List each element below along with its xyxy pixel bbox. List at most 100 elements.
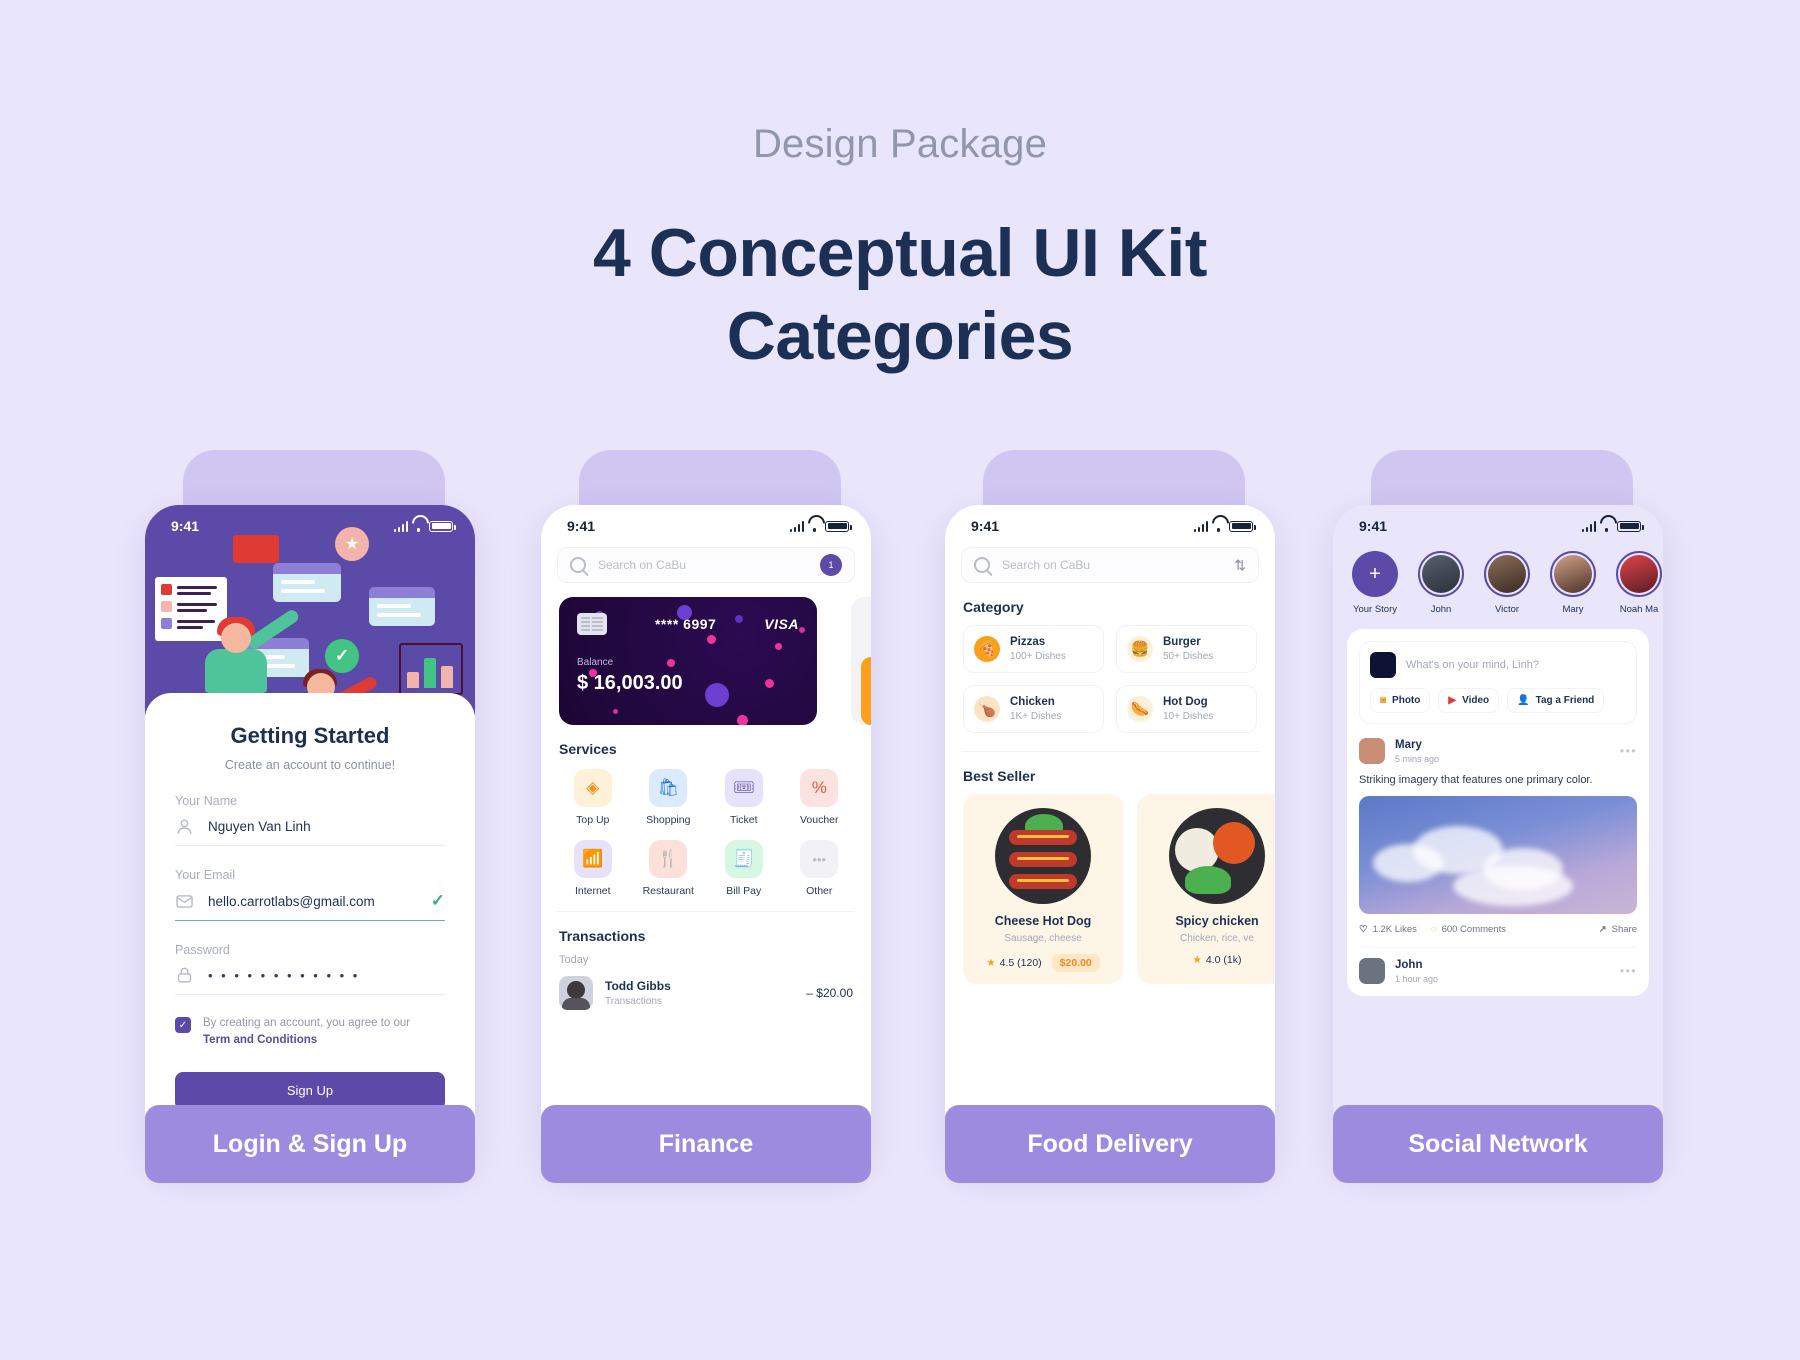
avatar [1550, 551, 1596, 597]
share-icon: ↗ [1598, 924, 1607, 935]
story-noah[interactable]: Noah Ma [1613, 551, 1663, 615]
post-author: Mary [1395, 738, 1422, 751]
share-button[interactable]: ↗ Share [1599, 924, 1637, 935]
wifi-icon [412, 521, 425, 532]
story-john[interactable]: John [1415, 551, 1467, 615]
avatar[interactable] [1359, 958, 1385, 984]
service-item-topup[interactable]: ◈ Top Up [555, 769, 631, 826]
service-item-restaurant[interactable]: 🍴 Restaurant [631, 840, 707, 897]
like-button[interactable]: ♡ 1.2K Likes [1359, 924, 1417, 935]
page-title-line1: 4 Conceptual UI Kit [593, 215, 1207, 291]
tag-friend-button[interactable]: 👤 Tag a Friend [1507, 688, 1605, 713]
story-mary[interactable]: Mary [1547, 551, 1599, 615]
service-item-billpay[interactable]: 🧾 Bill Pay [706, 840, 782, 897]
story-name: Your Story [1352, 604, 1397, 615]
status-icons [1581, 520, 1644, 532]
search-icon [570, 557, 586, 573]
more-options-icon[interactable]: ••• [1620, 744, 1637, 758]
wifi-icon: 📶 [573, 840, 612, 878]
credit-card[interactable]: **** 6997 VISA Balance $ 16,003.00 [559, 597, 817, 725]
signal-icon [1193, 520, 1208, 532]
email-value: hello.carrotlabs@gmail.com [208, 893, 375, 909]
user-icon [175, 817, 194, 836]
story-name: Mary [1562, 604, 1584, 615]
services-title: Services [559, 741, 617, 757]
category-item-pizzas[interactable]: 🍕 Pizzas 100+ Dishes [963, 625, 1104, 673]
name-input[interactable]: Nguyen Van Linh [175, 808, 445, 846]
email-input[interactable]: hello.carrotlabs@gmail.com ✓ [175, 882, 445, 921]
dish-card-hotdog[interactable]: Cheese Hot Dog Sausage, cheese ★ 4.5 (120… [963, 794, 1123, 984]
password-value: • • • • • • • • • • • • [208, 968, 360, 983]
mail-icon [175, 892, 194, 911]
avatar [1484, 551, 1530, 597]
sliders-icon[interactable]: ⇅ [1234, 557, 1246, 574]
dish-card-chicken[interactable]: Spicy chicken Chicken, rice, ve ★ 4.0 (1k… [1137, 794, 1275, 984]
post-author-info: John 1 hour ago [1395, 959, 1438, 984]
notification-badge[interactable]: 1 [820, 554, 842, 576]
terms-text-block: By creating an account, you agree to our… [203, 1015, 410, 1050]
category-item-chicken[interactable]: 🍗 Chicken 1K+ Dishes [963, 685, 1104, 733]
email-field-group: Your Email hello.carrotlabs@gmail.com ✓ [175, 868, 445, 921]
category-title: Category [963, 599, 1024, 615]
topup-icon: ◈ [573, 769, 612, 807]
battery-icon [1229, 520, 1256, 532]
password-input[interactable]: • • • • • • • • • • • • [175, 957, 445, 995]
terms-row[interactable]: ✓ By creating an account, you agree to o… [175, 1015, 445, 1050]
transaction-amount: – $20.00 [806, 986, 853, 1000]
divider [1359, 947, 1637, 948]
category-item-hotdog[interactable]: 🌭 Hot Dog 10+ Dishes [1116, 685, 1257, 733]
card-chip-icon [577, 613, 607, 635]
phone-mockup-finance: 9:41 Search on CaBu 1 **** 6997 VISA Bal… [541, 450, 871, 1183]
chicken-icon: 🍗 [974, 696, 1000, 722]
phone-mockup-login: 9:41 ★ ✓ Getting Started Create an accou… [145, 450, 475, 1183]
terms-link[interactable]: Term and Conditions [203, 1032, 410, 1049]
best-seller-title: Best Seller [963, 768, 1036, 784]
avatar[interactable] [1359, 738, 1385, 764]
service-item-voucher[interactable]: % Voucher [782, 769, 858, 826]
name-value: Nguyen Van Linh [208, 819, 311, 834]
percent-icon: % [800, 769, 839, 807]
star-icon: ★ [1192, 954, 1202, 966]
story-your-story[interactable]: + Your Story [1349, 551, 1401, 615]
post-header: Mary 5 mins ago ••• [1359, 738, 1637, 764]
terms-checkbox[interactable]: ✓ [175, 1017, 191, 1033]
service-item-shopping[interactable]: 🛍 Shopping [631, 769, 707, 826]
post-author: John [1395, 958, 1423, 971]
dish-image [1169, 808, 1265, 904]
transaction-name: Todd Gibbs [605, 979, 671, 993]
stories-strip[interactable]: + Your Story John Victor Mary Noah Ma [1333, 539, 1663, 615]
service-item-internet[interactable]: 📶 Internet [555, 840, 631, 897]
composer-actions: ◙ Photo ▶ Video 👤 Tag a Friend [1370, 688, 1626, 713]
bag-icon: 🛍 [649, 769, 688, 807]
search-bar[interactable]: Search on CaBu 1 [557, 547, 855, 583]
post-image[interactable] [1359, 796, 1637, 914]
lock-icon [175, 966, 194, 985]
photo-button[interactable]: ◙ Photo [1370, 688, 1431, 713]
battery-icon [825, 520, 852, 532]
category-name: Burger [1163, 636, 1201, 648]
transaction-row[interactable]: Todd Gibbs Transactions – $20.00 [541, 966, 871, 1010]
battery-icon [429, 520, 456, 532]
video-button[interactable]: ▶ Video [1438, 688, 1500, 713]
service-item-other[interactable]: ••• Other [782, 840, 858, 897]
status-icons [1193, 520, 1256, 532]
video-label: Video [1462, 695, 1490, 706]
more-options-icon[interactable]: ••• [1620, 964, 1637, 978]
service-item-ticket[interactable]: 🎟 Ticket [706, 769, 782, 826]
category-grid: 🍕 Pizzas 100+ Dishes 🍔 Burger 50+ Dishes… [945, 615, 1275, 733]
story-victor[interactable]: Victor [1481, 551, 1533, 615]
burger-icon: 🍔 [1127, 636, 1153, 662]
receipt-icon: 🧾 [724, 840, 763, 878]
signal-icon [1581, 520, 1596, 532]
eyebrow-text: Design Package [752, 122, 1048, 166]
comment-button[interactable]: ◌ 600 Comments [1431, 924, 1506, 935]
signup-button[interactable]: Sign Up [175, 1071, 445, 1110]
category-info: Chicken 1K+ Dishes [1010, 696, 1061, 722]
post-time: 1 hour ago [1395, 973, 1439, 984]
transactions-group-label: Today [559, 954, 589, 966]
balance-label: Balance [577, 657, 614, 668]
category-info: Pizzas 100+ Dishes [1010, 636, 1066, 662]
search-bar[interactable]: Search on CaBu ⇅ [961, 547, 1259, 583]
post-composer[interactable]: What's on your mind, Linh? ◙ Photo ▶ Video… [1359, 641, 1637, 724]
category-item-burger[interactable]: 🍔 Burger 50+ Dishes [1116, 625, 1257, 673]
